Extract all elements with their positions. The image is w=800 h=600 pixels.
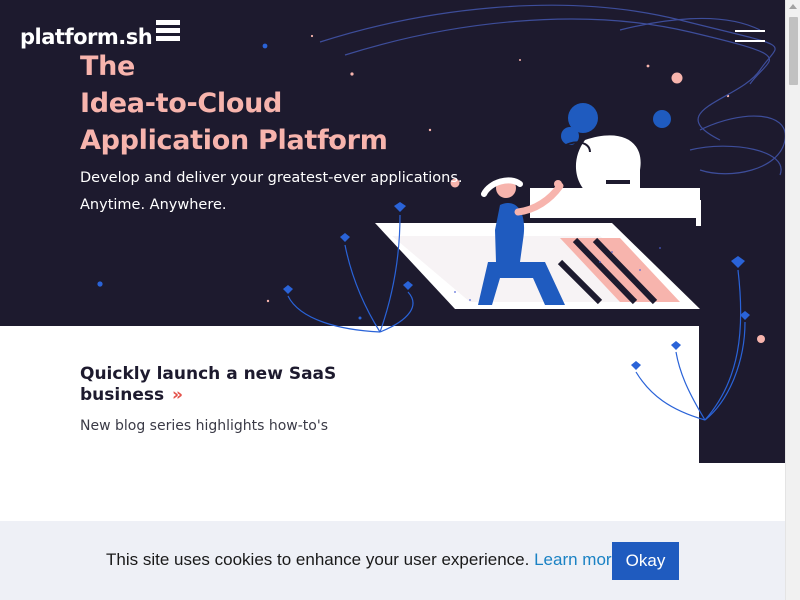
hero-title: The Idea-to-Cloud Application Platform bbox=[80, 48, 500, 159]
logo-text: platform.sh bbox=[20, 25, 153, 49]
hero-subtitle: Develop and deliver your greatest-ever a… bbox=[80, 165, 480, 219]
cookie-banner: This site uses cookies to enhance your u… bbox=[0, 521, 785, 600]
hero-subtitle-line-1: Develop and deliver your greatest-ever a… bbox=[80, 170, 463, 186]
okay-button[interactable]: Okay bbox=[612, 542, 679, 580]
promo-subtitle: New blog series highlights how-to's bbox=[80, 418, 329, 434]
double-chevron-right-icon: » bbox=[172, 385, 183, 405]
hero-section: platform.sh The Idea-to-Cloud Applicatio… bbox=[0, 0, 785, 326]
scrollbar-thumb[interactable] bbox=[789, 17, 798, 85]
hero-title-line-2: Idea-to-Cloud bbox=[80, 88, 283, 119]
hero-title-line-1: The bbox=[80, 51, 136, 82]
promo-link[interactable]: Quickly launch a new SaaS business » bbox=[80, 364, 380, 406]
hero-dark-extension bbox=[699, 326, 785, 463]
hero-title-line-3: Application Platform bbox=[80, 125, 388, 156]
cookie-message-line: This site uses cookies to enhance your u… bbox=[106, 550, 626, 570]
promo-title: Quickly launch a new SaaS business bbox=[80, 364, 337, 405]
scroll-up-arrow-icon[interactable] bbox=[789, 4, 797, 9]
stacked-bars-icon bbox=[156, 20, 181, 46]
hamburger-menu-icon[interactable] bbox=[735, 30, 765, 46]
hero-subtitle-line-2: Anytime. Anywhere. bbox=[80, 197, 227, 213]
cookie-message: This site uses cookies to enhance your u… bbox=[106, 550, 530, 569]
vertical-scrollbar[interactable] bbox=[785, 0, 800, 600]
